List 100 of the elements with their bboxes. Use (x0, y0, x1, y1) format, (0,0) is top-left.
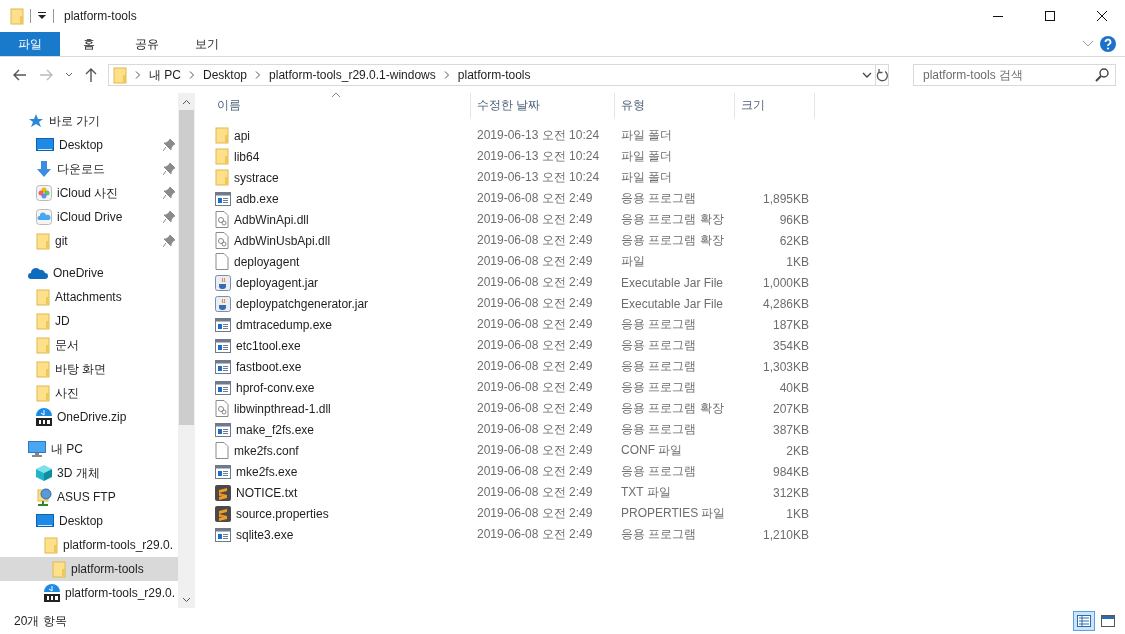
search-icon (1095, 68, 1109, 82)
sidebar-item[interactable]: 문서 (0, 333, 178, 357)
file-name[interactable]: adb.exe (236, 191, 279, 206)
file-name[interactable]: systrace (234, 170, 279, 185)
text-file-icon (215, 484, 231, 501)
sidebar-item[interactable]: Desktop (0, 509, 178, 533)
ribbon-tab[interactable]: 홈 (60, 32, 117, 56)
file-size: 354KB (771, 338, 810, 353)
folder-icon (215, 148, 229, 165)
sidebar-item[interactable]: platform-tools_r29.0. (0, 581, 178, 605)
sidebar-item[interactable]: ASUS FTP (0, 485, 178, 509)
modified-date: 2019-06-08 오전 2:49 (476, 358, 594, 375)
ribbon-tab[interactable]: 파일 (0, 32, 60, 56)
sidebar-item[interactable]: OneDrive (0, 261, 178, 285)
column-header[interactable]: 유형 (615, 93, 735, 118)
sidebar-item[interactable]: git (0, 229, 178, 253)
file-name[interactable]: AdbWinUsbApi.dll (234, 233, 331, 248)
application-icon (215, 527, 231, 542)
item-count: 20개 항목 (14, 612, 68, 630)
arrow-up-icon (85, 68, 97, 82)
file-name[interactable]: deployagent (234, 254, 300, 269)
arrow-left-icon (13, 69, 27, 81)
file-name[interactable]: deploypatchgenerator.jar (236, 296, 369, 311)
file-size: 40KB (778, 380, 810, 395)
file-name[interactable]: mke2fs.conf (234, 443, 299, 458)
preview-view-icon (1101, 615, 1115, 627)
sidebar-item[interactable]: 사진 (0, 381, 178, 405)
sidebar-item[interactable]: JD (0, 309, 178, 333)
gear-file-icon (215, 211, 229, 228)
file-type: 응용 프로그램 (620, 421, 698, 438)
file-name[interactable]: fastboot.exe (236, 359, 302, 374)
file-name[interactable]: lib64 (234, 149, 260, 164)
ribbon-tab[interactable]: 공유 (117, 32, 177, 56)
pin-icon (163, 235, 175, 247)
file-size: 62KB (778, 233, 810, 248)
file-name[interactable]: dmtracedump.exe (236, 317, 333, 332)
file-type: 응용 프로그램 (620, 463, 698, 480)
computer-icon (28, 441, 46, 457)
file-type: CONF 파일 (620, 442, 684, 459)
breadcrumb[interactable]: platform-tools (457, 68, 531, 82)
file-name[interactable]: api (234, 128, 250, 143)
java-file-icon (215, 295, 231, 312)
sidebar-item[interactable]: 3D 개체 (0, 461, 178, 485)
sidebar-item[interactable]: iCloud Drive (0, 205, 178, 229)
modified-date: 2019-06-08 오전 2:49 (476, 379, 594, 396)
sidebar-item[interactable]: 내 PC (0, 437, 178, 461)
arrow-right-icon (39, 69, 53, 81)
modified-date: 2019-06-08 오전 2:49 (476, 421, 594, 438)
modified-date: 2019-06-08 오전 2:49 (476, 295, 594, 312)
network-drive-icon (36, 488, 52, 506)
modified-date: 2019-06-08 오전 2:49 (476, 190, 594, 207)
chevron-right-icon (189, 71, 195, 79)
modified-date: 2019-06-08 오전 2:49 (476, 232, 594, 249)
file-name[interactable]: hprof-conv.exe (236, 380, 315, 395)
search-field[interactable]: platform-tools 검색 (913, 64, 1116, 86)
file-name[interactable]: mke2fs.exe (236, 464, 298, 479)
sidebar-item[interactable]: Attachments (0, 285, 178, 309)
sidebar-item[interactable]: Desktop (0, 133, 178, 157)
breadcrumb[interactable]: Desktop (203, 68, 248, 82)
file-name[interactable]: deployagent.jar (236, 275, 319, 290)
pin-icon (163, 139, 175, 151)
file-name[interactable]: sqlite3.exe (236, 527, 294, 542)
zip-file-icon (36, 408, 52, 426)
file-name[interactable]: etc1tool.exe (236, 338, 301, 353)
sidebar-item[interactable]: 다운로드 (0, 157, 178, 181)
sidebar-item[interactable]: platform-tools (0, 557, 178, 581)
sidebar-item[interactable]: platform-tools_r29.0. (0, 533, 178, 557)
file-name[interactable]: libwinpthread-1.dll (234, 401, 331, 416)
scrollbar[interactable] (178, 93, 195, 608)
breadcrumb[interactable]: 내 PC (149, 66, 181, 84)
file-name[interactable]: NOTICE.txt (236, 485, 298, 500)
cube-icon (36, 465, 52, 481)
file-name[interactable]: source.properties (236, 506, 329, 521)
sidebar-item[interactable]: iCloud 사진 (0, 181, 178, 205)
java-file-icon (215, 274, 231, 291)
file-size: 96KB (778, 212, 810, 227)
address-bar[interactable]: 내 PC Desktop platform-tools_r29.0.1-windows platform-tools (108, 64, 876, 86)
scroll-up-icon (182, 98, 191, 105)
column-header[interactable]: 수정한 날짜 (471, 93, 615, 118)
pin-icon (163, 163, 175, 175)
folder-icon (36, 360, 50, 378)
modified-date: 2019-06-08 오전 2:49 (476, 442, 594, 459)
file-size: 984KB (771, 464, 810, 479)
cloud-app-icon (36, 209, 52, 225)
file-name[interactable]: make_f2fs.exe (236, 422, 315, 437)
gear-file-icon (215, 232, 229, 249)
refresh-button[interactable] (876, 64, 889, 86)
file-type: 응용 프로그램 확장 (620, 400, 725, 417)
details-view-button[interactable] (1073, 611, 1095, 631)
sidebar-item[interactable]: OneDrive.zip (0, 405, 178, 429)
file-name[interactable]: AdbWinApi.dll (234, 212, 309, 227)
breadcrumb[interactable]: platform-tools_r29.0.1-windows (269, 68, 436, 82)
sidebar-item[interactable]: 바탕 화면 (0, 357, 178, 381)
file-type: 응용 프로그램 (620, 379, 698, 396)
ribbon-tab[interactable]: 보기 (177, 32, 237, 56)
column-header[interactable]: 이름 (211, 93, 471, 118)
column-header[interactable]: 크기 (735, 93, 815, 118)
modified-date: 2019-06-13 오전 10:24 (476, 127, 601, 144)
folder-icon (36, 288, 50, 306)
sidebar-item[interactable]: 바로 가기 (0, 109, 178, 133)
